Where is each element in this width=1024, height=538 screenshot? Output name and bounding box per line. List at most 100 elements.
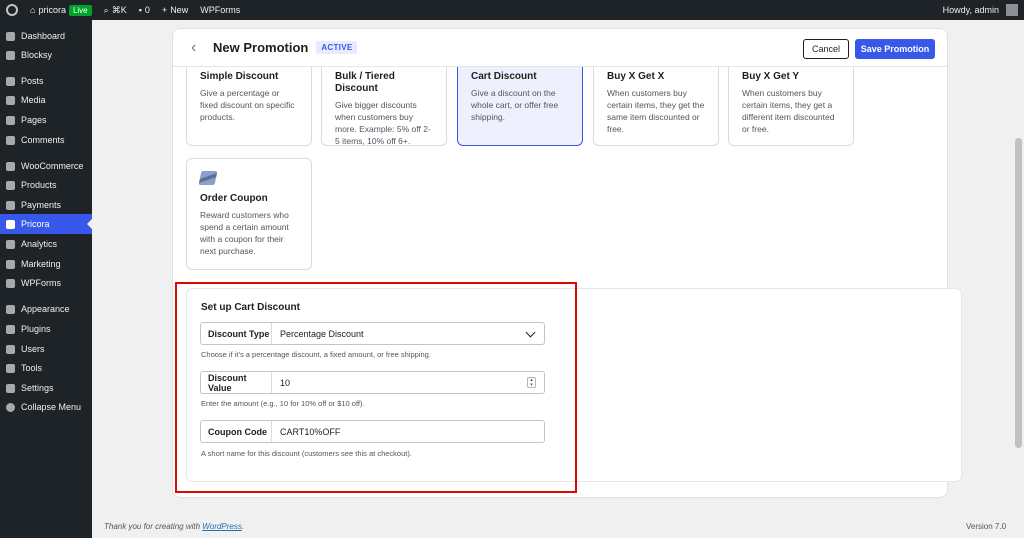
type-card-bulk-tiered-discount[interactable]: Bulk / Tiered Discount Give bigger disco… [321, 60, 447, 146]
wrench-icon [6, 363, 15, 373]
type-card-buy-x-get-x[interactable]: Buy X Get X When customers buy certain i… [593, 60, 719, 146]
sidebar-item-settings[interactable]: Settings [0, 378, 92, 398]
footer-thanks: Thank you for creating with WordPress. [104, 522, 245, 531]
save-promotion-button[interactable]: Save Promotion [855, 39, 935, 59]
pin-icon [6, 76, 15, 86]
sidebar-item-media[interactable]: Media [0, 90, 92, 110]
sidebar-item-pages[interactable]: Pages [0, 110, 92, 130]
collapse-icon [6, 402, 15, 412]
highlight-box [175, 282, 577, 493]
site-name-menu[interactable]: ⌂ pricora Live [24, 0, 98, 20]
sidebar-item-payments[interactable]: Payments [0, 195, 92, 215]
wordpress-logo-menu[interactable] [0, 0, 24, 20]
site-name: pricora [38, 5, 66, 15]
cancel-button[interactable]: Cancel [803, 39, 849, 59]
sidebar-item-label: Blocksy [21, 50, 53, 60]
sidebar-item-pricora[interactable]: Pricora [0, 214, 92, 234]
card-description: When customers buy certain items, they g… [607, 88, 705, 134]
type-card-simple-discount[interactable]: Simple Discount Give a percentage or fix… [186, 60, 312, 146]
sidebar-item-plugins[interactable]: Plugins [0, 319, 92, 339]
wpforms-label: WPForms [200, 5, 241, 15]
sidebar-item-label: Dashboard [21, 31, 66, 41]
sidebar-item-posts[interactable]: Posts [0, 71, 92, 91]
sidebar-item-dashboard[interactable]: Dashboard [0, 26, 92, 46]
sidebar-item-comments[interactable]: Comments [0, 130, 92, 150]
type-card-buy-x-get-y[interactable]: Buy X Get Y When customers buy certain i… [728, 60, 854, 146]
sidebar-item-label: Analytics [21, 239, 58, 249]
dashboard-icon [6, 31, 15, 41]
card-title: Bulk / Tiered Discount [335, 71, 395, 94]
comment-icon: ▪ [138, 5, 142, 15]
sidebar-item-wpforms[interactable]: WPForms [0, 273, 92, 293]
sidebar-item-label: Tools [21, 363, 43, 373]
sidebar-item-label: Products [21, 180, 57, 190]
sidebar-item-label: Comments [21, 135, 65, 145]
page-scrollbar[interactable] [1013, 20, 1024, 538]
pricora-icon [6, 219, 15, 229]
live-badge: Live [68, 4, 92, 16]
collapse-menu-button[interactable]: Collapse Menu [0, 397, 92, 417]
sidebar-item-label: Pages [21, 115, 47, 125]
analytics-icon [6, 239, 15, 249]
sidebar-item-label: Plugins [21, 324, 51, 334]
type-card-order-coupon[interactable]: Order Coupon Reward customers who spend … [186, 158, 312, 270]
sidebar-item-label: Pricora [21, 219, 50, 229]
plus-icon: + [161, 5, 168, 15]
howdy-label: Howdy, admin [942, 5, 999, 15]
scrollbar-thumb[interactable] [1015, 138, 1022, 448]
card-description: Reward customers who spend a certain amo… [200, 210, 289, 256]
sidebar-item-label: Posts [21, 76, 44, 86]
comments-menu[interactable]: ▪ 0 [133, 0, 156, 20]
command-palette-button[interactable]: ⌕ ⌘K [98, 0, 133, 20]
sidebar-item-analytics[interactable]: Analytics [0, 234, 92, 254]
card-title: Buy X Get X [607, 71, 665, 82]
card-title: Cart Discount [471, 71, 537, 82]
chevron-left-icon[interactable]: ‹ [191, 39, 205, 57]
sidebar-item-label: Payments [21, 200, 62, 210]
search-icon: ⌕ [103, 4, 109, 15]
footer-thanks-text: Thank you for creating with [104, 522, 201, 531]
sidebar-item-label: WPForms [21, 278, 61, 288]
blocksy-icon [6, 50, 15, 60]
account-menu[interactable]: Howdy, admin [937, 0, 1024, 20]
settings-icon [6, 383, 15, 393]
card-title: Order Coupon [200, 193, 268, 204]
card-description: Give bigger discounts when customers buy… [335, 100, 431, 146]
new-content-menu[interactable]: + New [156, 0, 194, 20]
type-card-cart-discount[interactable]: Cart Discount Give a discount on the who… [457, 60, 583, 146]
sidebar-item-label: Settings [21, 383, 54, 393]
brush-icon [6, 304, 15, 314]
home-icon: ⌂ [30, 5, 36, 15]
megaphone-icon [6, 259, 15, 269]
sidebar-item-products[interactable]: Products [0, 175, 92, 195]
card-description: When customers buy certain items, they g… [742, 88, 835, 134]
plugins-icon [6, 324, 15, 334]
shortcut-label: ⌘K [111, 4, 127, 15]
media-icon [6, 95, 15, 105]
card-title: Simple Discount [200, 71, 279, 82]
coupon-stack-icon [198, 171, 218, 185]
pages-icon [6, 115, 15, 125]
wordpress-icon [6, 4, 18, 16]
products-icon [6, 180, 15, 190]
sidebar-item-label: Users [21, 344, 45, 354]
wpforms-icon [6, 278, 15, 288]
sidebar-item-label: Appearance [21, 304, 70, 314]
card-description: Give a discount on the whole cart, or of… [471, 88, 559, 122]
sidebar-item-tools[interactable]: Tools [0, 358, 92, 378]
footer-version: Version 7.0 [966, 522, 1007, 531]
wordpress-link[interactable]: WordPress [202, 522, 242, 531]
sidebar-item-marketing[interactable]: Marketing [0, 254, 92, 274]
sidebar-item-users[interactable]: Users [0, 339, 92, 359]
sidebar-item-appearance[interactable]: Appearance [0, 299, 92, 319]
comments-count: 0 [144, 5, 150, 15]
wpforms-menu[interactable]: WPForms [194, 0, 246, 20]
card-description: Give a percentage or fixed discount on s… [200, 88, 295, 122]
sidebar-item-woocommerce[interactable]: WooCommerce [0, 156, 92, 176]
sidebar-item-label: WooCommerce [21, 161, 84, 171]
payments-icon [6, 200, 15, 210]
users-icon [6, 344, 15, 354]
sidebar-item-blocksy[interactable]: Blocksy [0, 45, 92, 65]
new-label: New [170, 5, 189, 15]
comments-icon [6, 135, 15, 145]
